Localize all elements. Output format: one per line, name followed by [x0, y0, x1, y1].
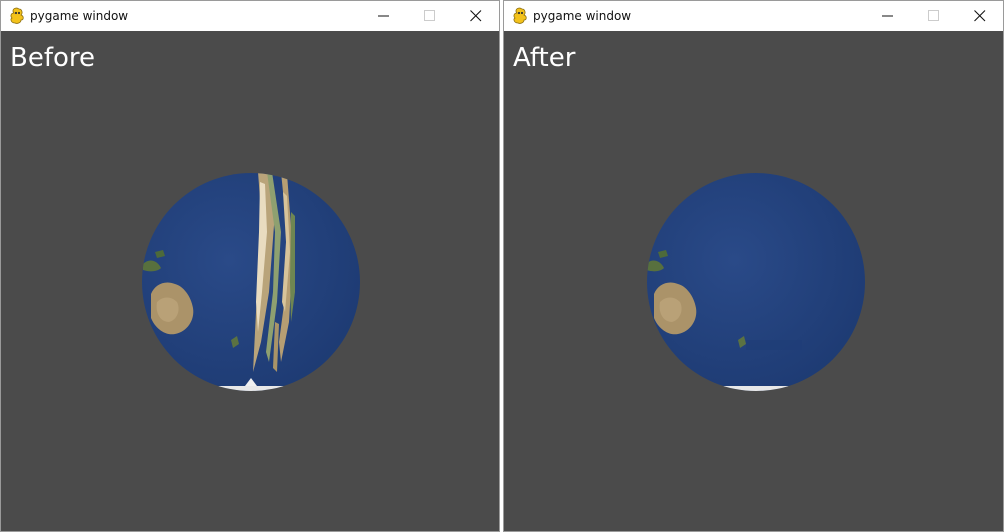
pygame-window-after: pygame window After	[503, 0, 1004, 532]
close-icon	[974, 10, 986, 22]
window-title: pygame window	[30, 9, 129, 23]
close-button[interactable]	[957, 1, 1003, 31]
pygame-snake-icon	[513, 7, 527, 24]
minimize-button[interactable]	[865, 1, 911, 31]
render-canvas[interactable]: After	[504, 31, 1003, 531]
close-button[interactable]	[453, 1, 499, 31]
title-bar[interactable]: pygame window	[504, 1, 1003, 31]
minimize-icon	[378, 15, 389, 17]
minimize-button[interactable]	[361, 1, 407, 31]
window-title: pygame window	[533, 9, 632, 23]
title-bar[interactable]: pygame window	[1, 1, 499, 31]
maximize-icon	[928, 10, 939, 21]
overlay-label: After	[513, 43, 576, 73]
close-icon	[470, 10, 482, 22]
overlay-label: Before	[10, 43, 96, 73]
pygame-window-before: pygame window Before	[0, 0, 500, 532]
maximize-icon	[424, 10, 435, 21]
globe-render-clean	[647, 173, 865, 391]
pygame-snake-icon	[10, 7, 24, 24]
maximize-button[interactable]	[407, 1, 453, 31]
maximize-button[interactable]	[911, 1, 957, 31]
globe-render-artifacts	[142, 173, 360, 391]
render-canvas[interactable]: Before	[1, 31, 499, 531]
minimize-icon	[882, 15, 893, 17]
